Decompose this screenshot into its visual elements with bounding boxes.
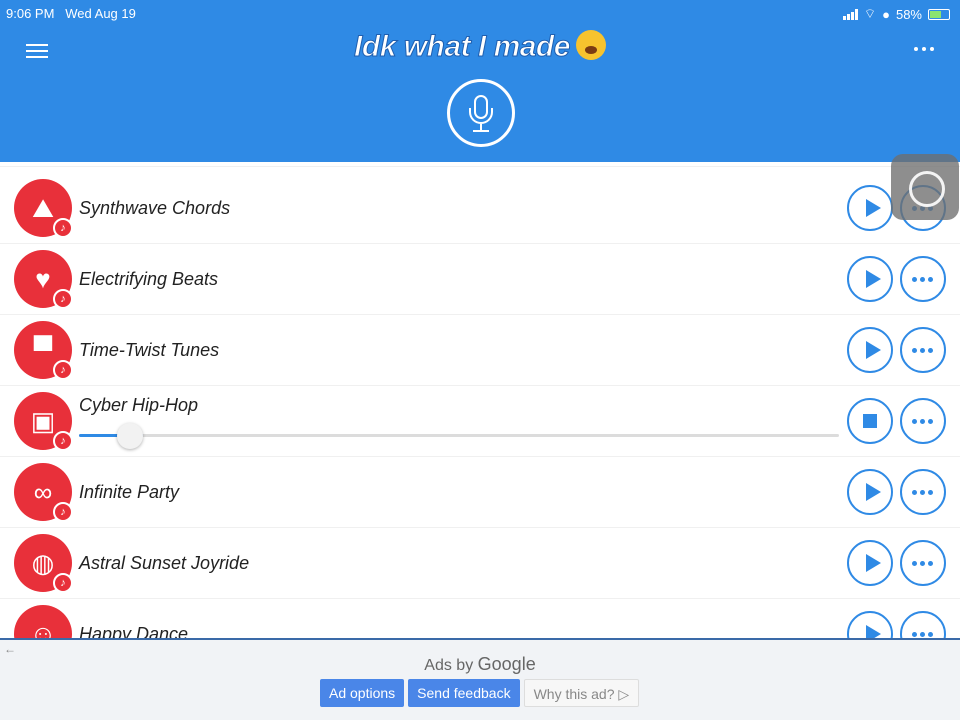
ad-options-button[interactable]: Ad options	[320, 679, 405, 707]
ads-by-text: Ads by	[424, 657, 474, 674]
status-time-date: 9:06 PM Wed Aug 19	[6, 6, 136, 21]
list-item[interactable]: ♥ ♪ Electrifying Beats	[0, 244, 960, 315]
planet-icon: ◍ ♪	[14, 534, 73, 593]
ad-buttons: Ad options Send feedback Why this ad? ▷	[320, 679, 640, 707]
slider-thumb[interactable]	[117, 423, 143, 449]
play-button[interactable]	[847, 327, 893, 373]
music-note-icon: ♪	[53, 218, 73, 238]
song-name: Infinite Party	[79, 482, 180, 502]
music-note-icon: ♪	[53, 289, 73, 309]
top-hat-icon: ▀ ♪	[14, 321, 73, 380]
ads-by-label: Ads by Google	[0, 654, 960, 675]
music-note-icon: ♪	[53, 502, 73, 522]
assistive-touch-button[interactable]	[891, 154, 959, 220]
stop-button[interactable]	[847, 398, 893, 444]
song-more-button[interactable]	[900, 611, 946, 638]
more-icon[interactable]	[914, 47, 934, 51]
song-name: Time-Twist Tunes	[79, 340, 220, 360]
status-time: 9:06 PM	[6, 6, 55, 21]
list-item[interactable]: ⛰ ♪ Synthwave Chords	[0, 173, 960, 244]
battery-icon	[928, 8, 950, 20]
title-text: Idk what I made	[354, 30, 571, 64]
smiley-icon: ☺♪	[14, 605, 72, 638]
list-item[interactable]: ▀ ♪ Time-Twist Tunes	[0, 315, 960, 386]
song-name: Astral Sunset Joyride	[79, 553, 250, 573]
play-button[interactable]	[847, 256, 893, 302]
song-name: Electrifying Beats	[79, 269, 219, 289]
list-item[interactable]: ☺♪ Happy Dance	[0, 599, 960, 638]
song-more-button[interactable]	[900, 398, 946, 444]
song-name: Synthwave Chords	[79, 198, 231, 218]
sun-mountains-icon: ⛰ ♪	[14, 179, 73, 238]
song-more-button[interactable]	[900, 469, 946, 515]
list-item[interactable]: ◍ ♪ Astral Sunset Joyride	[0, 528, 960, 599]
list-item[interactable]: ∞ ♪ Infinite Party	[0, 457, 960, 528]
wifi-icon: ⌔	[863, 6, 877, 21]
crying-emoji-icon	[575, 30, 606, 60]
page-title: Idk what I made	[0, 30, 960, 64]
song-more-button[interactable]	[900, 540, 946, 586]
status-date: Wed Aug 19	[65, 6, 136, 21]
infinity-icon: ∞ ♪	[14, 463, 73, 522]
app-header: 9:06 PM Wed Aug 19 ⌔ ● 58% Idk what I ma…	[0, 0, 960, 162]
status-indicators: ⌔ ● 58%	[842, 6, 950, 22]
play-button[interactable]	[847, 540, 893, 586]
why-this-ad-button[interactable]: Why this ad? ▷	[523, 679, 640, 707]
music-note-icon: ♪	[53, 360, 73, 380]
list-item-playing[interactable]: ▣ ♪ Cyber Hip-Hop	[0, 386, 960, 457]
song-more-button[interactable]	[900, 327, 946, 373]
signal-icon	[842, 8, 858, 20]
music-note-icon: ♪	[53, 573, 73, 593]
google-logo: Google	[477, 654, 536, 674]
play-button[interactable]	[847, 469, 893, 515]
play-button[interactable]	[847, 185, 893, 231]
playback-slider[interactable]	[79, 423, 839, 449]
music-note-icon: ♪	[53, 431, 73, 451]
microphone-button[interactable]	[447, 79, 515, 147]
play-button[interactable]	[847, 611, 893, 638]
send-feedback-button[interactable]: Send feedback	[408, 679, 520, 707]
boombox-icon: ▣ ♪	[14, 392, 73, 451]
song-list: ⛰ ♪ Synthwave Chords ♥ ♪ Electrifying Beat…	[0, 162, 960, 638]
lightning-heart-icon: ♥ ♪	[14, 250, 73, 309]
song-more-button[interactable]	[900, 256, 946, 302]
person-icon: ●	[882, 6, 890, 22]
song-name: Cyber Hip-Hop	[79, 395, 199, 415]
song-name: Happy Dance	[79, 624, 189, 638]
ad-banner: ← Ads by Google Ad options Send feedback…	[0, 638, 960, 720]
battery-percent: 58%	[895, 6, 922, 22]
list-item[interactable]	[0, 162, 960, 167]
